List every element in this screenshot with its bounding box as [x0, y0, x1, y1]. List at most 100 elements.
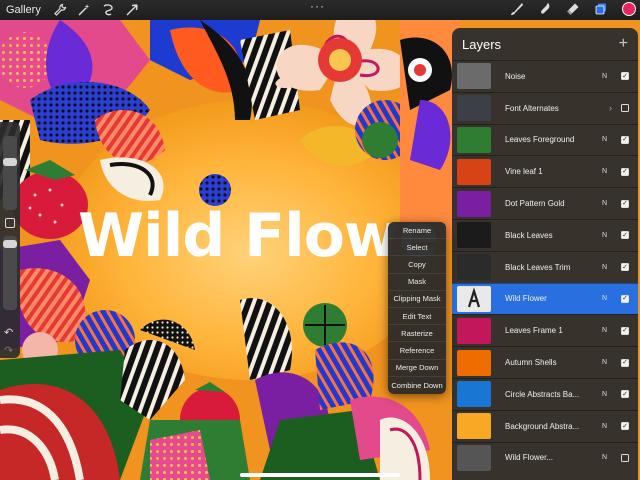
- left-sidebar: ↶ ↷: [0, 122, 20, 358]
- layer-thumbnail[interactable]: [457, 190, 491, 217]
- layer-thumbnail[interactable]: [457, 63, 491, 90]
- redo-icon[interactable]: ↷: [4, 344, 13, 357]
- layer-row[interactable]: Wild Flower N ✓: [452, 282, 638, 315]
- visibility-checkbox[interactable]: ✓: [621, 104, 629, 113]
- layer-name: Autumn Shells: [505, 358, 557, 368]
- menu-item-merge-down[interactable]: Merge Down: [388, 360, 446, 377]
- gallery-button[interactable]: Gallery: [6, 4, 41, 16]
- chevron-right-icon[interactable]: ›: [609, 103, 612, 113]
- wrench-icon[interactable]: [53, 3, 67, 17]
- layer-thumbnail[interactable]: [457, 158, 491, 185]
- visibility-checkbox[interactable]: ✓: [621, 358, 629, 367]
- layer-name: Leaves Frame 1: [505, 326, 563, 336]
- layer-thumbnail[interactable]: [457, 317, 491, 344]
- selection-icon[interactable]: [101, 3, 115, 17]
- layer-row[interactable]: Autumn Shells N ✓: [452, 346, 638, 378]
- layer-name: Vine leaf 1: [505, 167, 543, 177]
- visibility-checkbox[interactable]: ✓: [621, 135, 629, 144]
- menu-item-edit-text[interactable]: Edit Text: [388, 308, 446, 326]
- visibility-checkbox[interactable]: ✓: [621, 199, 629, 208]
- blend-mode-button[interactable]: N: [602, 295, 614, 302]
- canvas-title-text: Wild Flowe: [78, 201, 439, 271]
- menu-item-rename[interactable]: Rename: [388, 222, 446, 240]
- visibility-checkbox[interactable]: ✓: [621, 263, 629, 272]
- blend-mode-button[interactable]: N: [602, 232, 614, 239]
- opacity-slider[interactable]: [3, 236, 17, 310]
- blend-mode-button[interactable]: N: [602, 168, 614, 175]
- layer-name: Noise: [505, 71, 526, 81]
- layer-thumbnail[interactable]: [457, 285, 491, 312]
- layer-row[interactable]: Dot Pattern Gold N ✓: [452, 187, 638, 219]
- blend-mode-button[interactable]: N: [602, 327, 614, 334]
- layers-icon[interactable]: [594, 2, 608, 16]
- layer-row[interactable]: Background Abstra... N ✓: [452, 409, 638, 442]
- top-toolbar: Gallery ···: [0, 0, 640, 20]
- color-picker-swatch[interactable]: [622, 2, 636, 16]
- add-layer-button[interactable]: +: [619, 35, 628, 53]
- layer-row[interactable]: Circle Abstracts Ba... N ✓: [452, 377, 638, 410]
- visibility-checkbox[interactable]: ✓: [621, 422, 629, 431]
- layer-thumbnail[interactable]: [457, 381, 491, 408]
- blend-mode-button[interactable]: N: [602, 359, 614, 366]
- layer-thumbnail[interactable]: [457, 222, 491, 249]
- visibility-checkbox[interactable]: ✓: [621, 231, 629, 240]
- layer-row[interactable]: Black Leaves N ✓: [452, 218, 638, 251]
- layer-thumbnail[interactable]: [457, 126, 491, 153]
- blend-mode-button[interactable]: N: [602, 136, 614, 143]
- opacity-knob[interactable]: [3, 240, 17, 248]
- layer-name: Wild Flower...: [505, 453, 554, 463]
- blend-mode-button[interactable]: N: [602, 200, 614, 207]
- blend-mode-button[interactable]: N: [602, 454, 614, 461]
- visibility-checkbox[interactable]: ✓: [621, 326, 629, 335]
- layer-name: Black Leaves: [505, 230, 553, 240]
- transform-arrow-icon[interactable]: [125, 3, 139, 17]
- menu-item-clipping-mask[interactable]: Clipping Mask: [388, 291, 446, 308]
- modify-button[interactable]: [5, 218, 15, 228]
- more-options-button[interactable]: ···: [310, 0, 325, 12]
- brush-icon[interactable]: [510, 2, 524, 16]
- layer-row[interactable]: Black Leaves Trim N ✓: [452, 250, 638, 283]
- layer-name: Circle Abstracts Ba...: [505, 389, 580, 399]
- layer-thumbnail[interactable]: [457, 349, 491, 376]
- layer-thumbnail[interactable]: [457, 444, 491, 471]
- visibility-checkbox[interactable]: ✓: [621, 294, 629, 303]
- menu-item-select[interactable]: Select: [388, 239, 446, 257]
- layer-row[interactable]: Leaves Frame 1 N ✓: [452, 314, 638, 346]
- visibility-checkbox[interactable]: ✓: [621, 453, 629, 462]
- layer-thumbnail[interactable]: [457, 413, 491, 440]
- visibility-checkbox[interactable]: ✓: [621, 167, 629, 176]
- layer-thumbnail[interactable]: [457, 95, 491, 122]
- menu-item-copy[interactable]: Copy: [388, 256, 446, 274]
- undo-icon[interactable]: ↶: [4, 326, 13, 339]
- brush-size-knob[interactable]: [3, 158, 17, 166]
- layer-name: Background Abstra...: [505, 421, 580, 431]
- layer-name: Black Leaves Trim: [505, 262, 571, 272]
- blend-mode-button[interactable]: N: [602, 73, 614, 80]
- layer-name: Font Alternates: [505, 103, 559, 113]
- layer-name: Wild Flower: [505, 294, 547, 304]
- layer-list: NoiseN✓Font Alternates›✓Leaves Foregroun…: [452, 60, 638, 473]
- layer-options-menu: Rename Select Copy Mask Clipping Mask Edit Te…: [388, 222, 446, 394]
- menu-item-rasterize[interactable]: Rasterize: [388, 325, 446, 343]
- layer-row[interactable]: Noise N ✓: [452, 60, 638, 92]
- menu-item-reference[interactable]: Reference: [388, 342, 446, 360]
- smudge-icon[interactable]: [538, 2, 552, 16]
- visibility-checkbox[interactable]: ✓: [621, 390, 629, 399]
- blend-mode-button[interactable]: N: [602, 391, 614, 398]
- layer-row[interactable]: Vine leaf 1 N ✓: [452, 155, 638, 187]
- menu-item-combine-down[interactable]: Combine Down: [388, 377, 446, 394]
- layer-row[interactable]: Font Alternates › ✓: [452, 91, 638, 124]
- magic-wand-icon[interactable]: [77, 3, 91, 17]
- menu-item-mask[interactable]: Mask: [388, 274, 446, 291]
- blend-mode-button[interactable]: N: [602, 423, 614, 430]
- visibility-checkbox[interactable]: ✓: [621, 72, 629, 81]
- layer-row[interactable]: Leaves Foreground N ✓: [452, 123, 638, 156]
- eraser-icon[interactable]: [566, 2, 580, 16]
- brush-size-slider[interactable]: [3, 136, 17, 210]
- layer-thumbnail[interactable]: [457, 254, 491, 281]
- home-indicator[interactable]: [240, 473, 400, 477]
- blend-mode-button[interactable]: N: [602, 264, 614, 271]
- layers-panel-title: Layers: [462, 36, 502, 52]
- layer-name: Dot Pattern Gold: [505, 199, 565, 209]
- layer-row[interactable]: Wild Flower... N ✓: [452, 441, 638, 474]
